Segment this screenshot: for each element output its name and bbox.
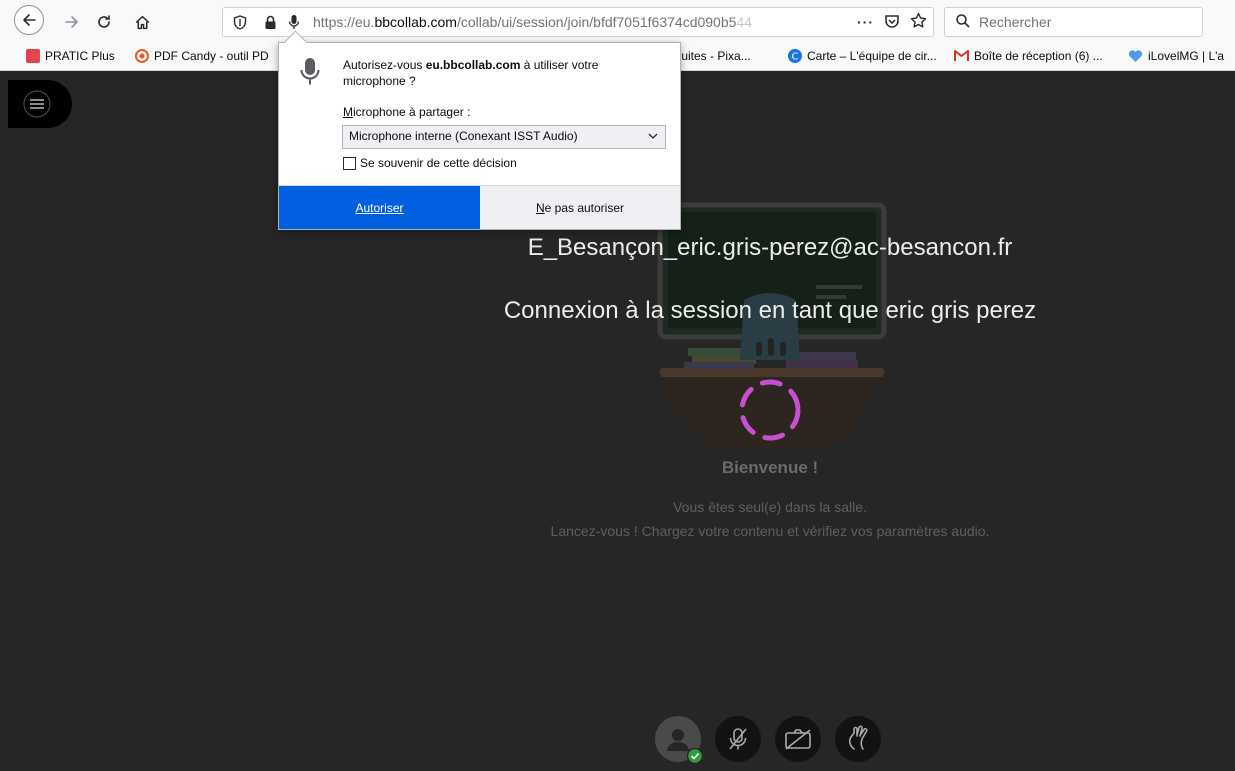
bookmark-carte[interactable]: C Carte – L'équipe de cir...: [788, 49, 937, 63]
microphone-select-label: Microphone à partager :: [343, 105, 471, 119]
bookmark-ilovemg[interactable]: iLovelMG | L'a: [1128, 49, 1224, 63]
lock-icon[interactable]: [261, 13, 279, 31]
microphone-select[interactable]: Microphone interne (Conexant ISST Audio): [342, 125, 666, 149]
pratic-plus-favicon: [26, 49, 40, 63]
remember-decision-checkbox[interactable]: Se souvenir de cette décision: [343, 156, 517, 170]
url-bar[interactable]: https://eu.bbcollab.com/collab/ui/sessio…: [222, 7, 934, 37]
welcome-heading: Bienvenue !: [721, 458, 819, 477]
joining-session-text: Connexion à la session en tant que eric …: [503, 297, 1037, 324]
forward-button[interactable]: [58, 8, 86, 36]
bookmark-gmail[interactable]: Boîte de réception (6) ...: [954, 49, 1103, 63]
user-email: E_Besançon_eric.gris-perez@ac-besancon.f…: [527, 234, 1013, 261]
search-icon: [955, 13, 971, 32]
camera-off-icon: [785, 729, 811, 750]
home-button[interactable]: [128, 8, 156, 36]
bookmark-pdf-candy[interactable]: PDF Candy - outil PD: [135, 49, 269, 63]
raise-hand-icon: [848, 725, 868, 750]
allow-button[interactable]: Autoriser: [279, 186, 480, 229]
carte-favicon: C: [788, 49, 802, 63]
avatar-button[interactable]: [655, 716, 703, 764]
bookmark-pixabay[interactable]: tuites - Pixa...: [678, 49, 751, 63]
url-text[interactable]: https://eu.bbcollab.com/collab/ui/sessio…: [313, 14, 813, 30]
microphone-off-icon: [729, 728, 747, 750]
microphone-permission-popup: Autorisez-vous eu.bbcollab.com à utilise…: [278, 42, 681, 230]
reload-button[interactable]: [90, 8, 118, 36]
pocket-icon[interactable]: [884, 13, 900, 32]
session-controls: [655, 714, 885, 764]
deny-button[interactable]: Ne pas autoriser: [480, 186, 680, 229]
reload-icon: [98, 15, 110, 28]
session-menu-button[interactable]: [8, 80, 72, 128]
permission-buttons: Autoriser Ne pas autoriser: [279, 185, 680, 229]
microphone-permission-icon[interactable]: [285, 13, 303, 31]
svg-text:C: C: [792, 52, 799, 63]
hamburger-menu-icon: [23, 90, 51, 118]
heart-favicon: [1128, 49, 1143, 62]
checkbox-box[interactable]: [343, 156, 356, 170]
shield-icon[interactable]: [231, 13, 249, 31]
search-input[interactable]: Rechercher: [979, 14, 1051, 30]
browser-toolbar: https://eu.bbcollab.com/collab/ui/sessio…: [0, 0, 1235, 44]
launch-message: Lancez-vous ! Chargez votre contenu et v…: [550, 523, 990, 539]
bookmark-star-icon[interactable]: [910, 12, 927, 32]
loading-spinner: [739, 379, 801, 441]
camera-toggle-button[interactable]: [775, 716, 821, 762]
bookmark-pratic-plus[interactable]: PRATIC Plus: [26, 49, 115, 63]
search-bar[interactable]: Rechercher: [944, 7, 1203, 37]
status-check-icon: [687, 748, 703, 764]
arrow-right-icon: [65, 16, 78, 28]
page-actions-button[interactable]: ···: [857, 14, 874, 30]
arrow-left-icon: [23, 14, 36, 26]
home-icon: [135, 15, 149, 29]
chevron-down-icon: [648, 133, 658, 139]
gmail-favicon: [954, 50, 969, 61]
permission-message: Autorisez-vous eu.bbcollab.com à utilise…: [343, 58, 599, 88]
alone-message: Vous êtes seul(e) dans la salle.: [673, 499, 867, 515]
microphone-toggle-button[interactable]: [715, 716, 761, 762]
pdf-candy-favicon: [135, 49, 149, 63]
microphone-icon: [299, 57, 321, 92]
raise-hand-button[interactable]: [835, 716, 881, 762]
back-button[interactable]: [14, 5, 44, 35]
